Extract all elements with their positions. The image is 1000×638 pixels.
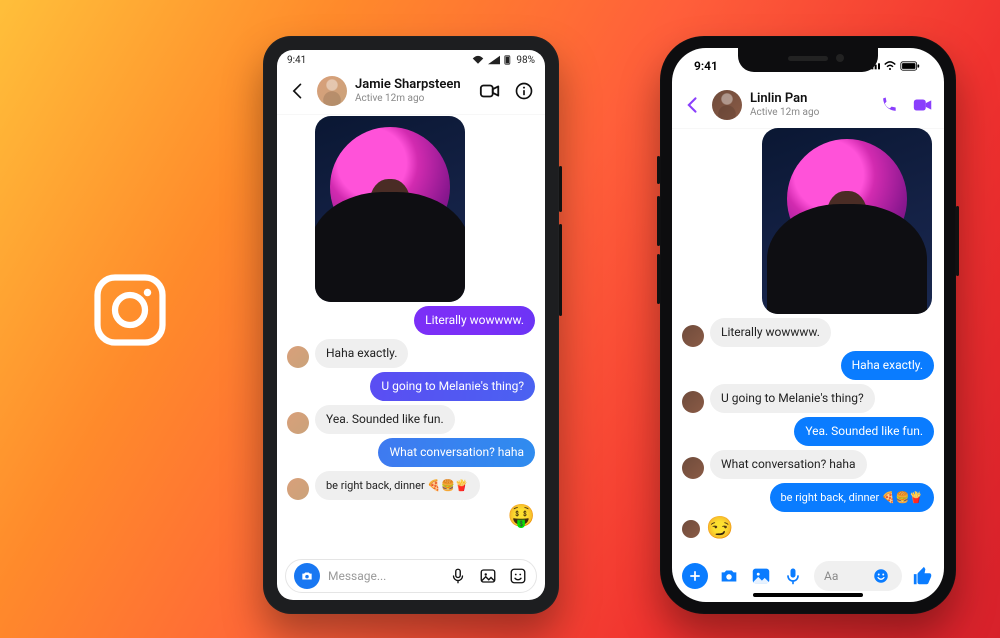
android-screen: 9:41 98% Jamie Sharpsteen Active 12m ago	[277, 50, 545, 600]
sent-message[interactable]: Haha exactly.	[841, 351, 934, 380]
sent-message[interactable]: U going to Melanie's thing?	[370, 372, 535, 401]
contact-active-status: Active 12m ago	[355, 93, 471, 104]
reactor-avatar-icon	[682, 520, 700, 538]
android-power-button	[559, 166, 562, 212]
reaction-emoji[interactable]: 🤑	[508, 504, 535, 529]
sent-message[interactable]: be right back, dinner 🍕🍔🍟	[770, 483, 935, 512]
composer-placeholder: Aa	[824, 569, 862, 583]
chat-header: Jamie Sharpsteen Active 12m ago	[277, 70, 545, 115]
sender-avatar-icon	[287, 412, 309, 434]
battery-icon	[504, 55, 512, 65]
contact-info[interactable]: Linlin Pan Active 12m ago	[750, 92, 870, 117]
contact-info[interactable]: Jamie Sharpsteen Active 12m ago	[355, 78, 471, 103]
back-button[interactable]	[682, 94, 704, 116]
wifi-icon	[884, 61, 896, 71]
emoji-button[interactable]	[870, 565, 892, 587]
sent-message[interactable]: Yea. Sounded like fun.	[794, 417, 934, 446]
sender-avatar-icon	[287, 346, 309, 368]
sent-message[interactable]: Literally wowwww.	[414, 306, 535, 335]
received-message[interactable]: be right back, dinner 🍕🍔🍟	[315, 471, 480, 500]
iphone-volume-up	[657, 196, 660, 246]
android-status-bar: 9:41 98%	[277, 50, 545, 70]
iphone-frame: 9:41 Linlin Pan Active 12m ago	[660, 36, 956, 614]
sender-avatar-icon	[682, 325, 704, 347]
contact-active-status: Active 12m ago	[750, 107, 870, 118]
status-time: 9:41	[694, 59, 718, 73]
camera-button[interactable]	[718, 565, 740, 587]
received-message[interactable]: U going to Melanie's thing?	[710, 384, 875, 413]
message-composer: Message...	[277, 552, 545, 600]
status-time: 9:41	[287, 55, 306, 66]
chat-header: Linlin Pan Active 12m ago	[672, 84, 944, 129]
received-message[interactable]: Haha exactly.	[315, 339, 408, 368]
iphone-volume-down	[657, 254, 660, 304]
received-message[interactable]: What conversation? haha	[710, 450, 867, 479]
mic-button[interactable]	[448, 566, 468, 586]
contact-name: Linlin Pan	[750, 92, 870, 106]
received-photo-message[interactable]	[315, 116, 465, 302]
received-message[interactable]: Literally wowwww.	[710, 318, 831, 347]
sticker-button[interactable]	[508, 566, 528, 586]
gallery-button[interactable]	[478, 566, 498, 586]
android-volume-button	[559, 224, 562, 316]
contact-name: Jamie Sharpsteen	[355, 78, 471, 92]
composer-field[interactable]: Aa	[814, 561, 902, 591]
info-button[interactable]	[513, 80, 535, 102]
battery-icon	[900, 61, 922, 71]
composer-placeholder: Message...	[328, 569, 440, 583]
sender-avatar-icon	[682, 457, 704, 479]
home-indicator[interactable]	[753, 593, 863, 597]
iphone-notch	[738, 48, 878, 72]
sent-photo-message[interactable]	[762, 128, 932, 314]
battery-percent: 98%	[516, 55, 535, 66]
reaction-emoji[interactable]: 😏	[706, 516, 733, 541]
iphone-side-button	[956, 206, 959, 276]
wifi-icon	[472, 55, 484, 65]
mic-button[interactable]	[782, 565, 804, 587]
sender-avatar-icon	[682, 391, 704, 413]
promo-stage: 9:41 98% Jamie Sharpsteen Active 12m ago	[0, 0, 1000, 638]
audio-call-button[interactable]	[878, 94, 900, 116]
received-message[interactable]: Yea. Sounded like fun.	[315, 405, 455, 434]
chat-body[interactable]: Literally wowwww. Haha exactly. U going …	[277, 116, 545, 552]
instagram-logo-icon	[90, 270, 170, 350]
back-button[interactable]	[287, 80, 309, 102]
sender-avatar-icon	[287, 478, 309, 500]
iphone-screen: 9:41 Linlin Pan Active 12m ago	[672, 48, 944, 602]
sent-message[interactable]: What conversation? haha	[378, 438, 535, 467]
composer-field[interactable]: Message...	[285, 559, 537, 593]
video-call-button[interactable]	[479, 80, 501, 102]
more-actions-button[interactable]	[682, 563, 708, 589]
gallery-button[interactable]	[750, 565, 772, 587]
video-call-button[interactable]	[912, 94, 934, 116]
contact-avatar[interactable]	[712, 90, 742, 120]
chat-body[interactable]: Literally wowwww. Haha exactly. U going …	[672, 128, 944, 552]
android-phone-frame: 9:41 98% Jamie Sharpsteen Active 12m ago	[263, 36, 559, 614]
contact-avatar[interactable]	[317, 76, 347, 106]
iphone-mute-switch	[657, 156, 660, 184]
cell-signal-icon	[488, 55, 500, 65]
camera-button[interactable]	[294, 563, 320, 589]
like-button[interactable]	[912, 565, 934, 587]
